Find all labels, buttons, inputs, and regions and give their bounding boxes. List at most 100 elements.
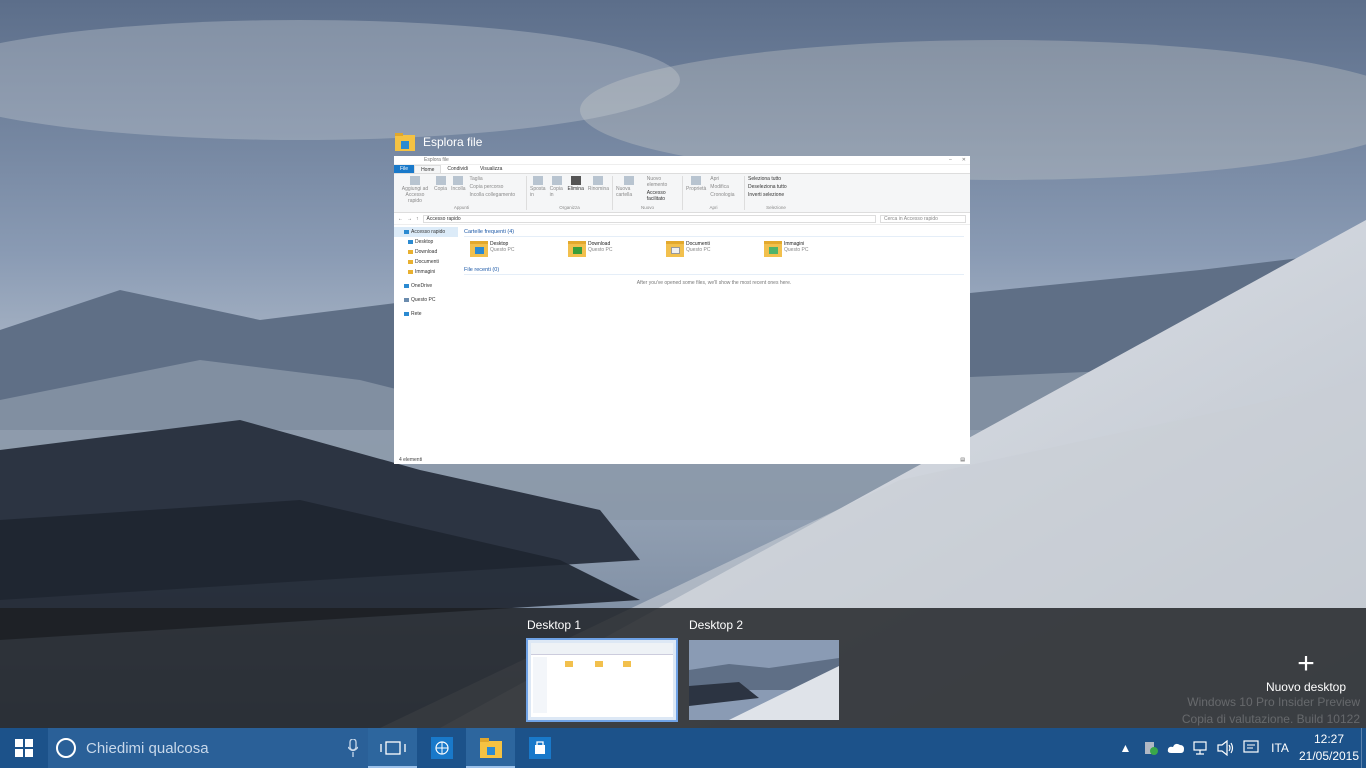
plus-icon: + (1297, 647, 1315, 680)
defender-icon[interactable] (1138, 728, 1163, 768)
ribbon: Aggiungi ad Accesso rapido Copia Incolla… (394, 173, 970, 213)
invert-selection-label: Inverti selezione (748, 192, 785, 198)
taskbar: Chiedimi qualcosa ▲ ITA 12:27 21/05/2015 (0, 728, 1366, 768)
forward-icon: → (407, 215, 412, 222)
copy-path-label: Copia percorso (469, 184, 504, 190)
network-icon[interactable] (1188, 728, 1213, 768)
history-label: Cronologia (710, 192, 735, 198)
delete-icon (570, 176, 581, 185)
address-bar-row: ← → ↑ Accesso rapido Cerca in Accesso ra… (394, 213, 970, 225)
item-count: 4 elementi (399, 456, 423, 463)
globe-icon (430, 737, 453, 759)
store-icon (528, 737, 551, 759)
nav-desktop: Desktop (394, 237, 458, 247)
copy-to-icon (551, 176, 562, 185)
nav-download: Download (394, 247, 458, 257)
close-icon: ✕ (961, 157, 966, 163)
desktop-1-label: Desktop 1 (527, 618, 582, 632)
paste-link-label: Incolla collegamento (469, 192, 516, 198)
tab-view: Visualizza (479, 166, 503, 172)
file-explorer-taskbar-button[interactable] (466, 728, 515, 768)
task-view-icon (379, 741, 406, 755)
system-tray: ▲ ITA 12:27 21/05/2015 (1113, 728, 1366, 768)
properties-icon (691, 176, 702, 185)
nav-documents: Documenti (394, 257, 458, 267)
store-button[interactable] (515, 728, 564, 768)
file-explorer-window-thumbnail[interactable]: Esplora file – ✕ File Home Condividi Vis… (394, 156, 970, 464)
cortana-icon (56, 738, 76, 758)
up-icon: ↑ (416, 215, 419, 222)
new-desktop-label: Nuovo desktop (1265, 680, 1347, 694)
nav-quick-access: Accesso rapido (394, 227, 458, 237)
edit-label: Modifica (710, 184, 729, 190)
group-label: Selezione (766, 205, 786, 210)
desktop-2-label: Desktop 2 (689, 618, 744, 632)
new-folder-label: Nuova cartella (616, 186, 633, 198)
window-title-label: Esplora file (423, 135, 483, 149)
start-button[interactable] (0, 728, 48, 768)
pin-icon (410, 176, 420, 185)
cut-label: Taglia (469, 176, 483, 182)
folder-images: Immagini Questo PC (764, 241, 816, 257)
task-view-button[interactable] (368, 728, 417, 768)
paste-label: Incolla (451, 186, 466, 192)
task-view-desktop-strip (0, 608, 1366, 728)
details-view-icon: ▤ (960, 456, 965, 463)
folder-desktop: Desktop Questo PC (470, 241, 522, 257)
open-label: Apri (710, 176, 720, 182)
recent-files-header: File recenti (0) (464, 265, 964, 275)
desktop-1-thumbnail[interactable] (526, 638, 678, 722)
folder-documents: Documenti Questo PC (666, 241, 718, 257)
windows-logo-icon (15, 739, 33, 757)
group-label: Apri (709, 205, 718, 210)
group-label: Appunti (453, 205, 470, 210)
clock-time: 12:27 (1313, 732, 1345, 746)
language-indicator[interactable]: ITA (1263, 741, 1297, 755)
content-pane: Cartelle frequenti (4) Desktop Questo PC … (458, 225, 970, 447)
paste-icon (453, 176, 464, 185)
cortana-search-box[interactable]: Chiedimi qualcosa (48, 728, 368, 768)
nav-images: Immagini (394, 267, 458, 277)
clock[interactable]: 12:27 21/05/2015 (1297, 731, 1361, 765)
action-center-icon[interactable] (1238, 728, 1263, 768)
tab-file: File (394, 165, 415, 173)
address-bar: Accesso rapido (422, 214, 876, 223)
nav-onedrive: OneDrive (394, 281, 458, 291)
inner-title: Esplora file (424, 157, 449, 163)
chevron-up-icon[interactable]: ▲ (1113, 728, 1138, 768)
group-label: Nuovo (640, 205, 654, 210)
group-new: Nuova cartella Nuovo elemento Accesso fa… (613, 176, 683, 210)
delete-label: Elimina (567, 186, 584, 192)
copy-icon (435, 176, 446, 185)
select-all-label: Seleziona tutto (748, 176, 782, 182)
nav-network: Rete (394, 309, 458, 319)
window-thumbnail-title[interactable]: Esplora file (395, 131, 482, 153)
select-none-label: Deseleziona tutto (748, 184, 787, 190)
show-desktop-button[interactable] (1361, 728, 1366, 768)
properties-label: Proprietà (686, 186, 707, 192)
new-item-label: Nuovo elemento (646, 176, 668, 188)
desktop-2-thumbnail[interactable] (689, 640, 839, 720)
new-desktop-button[interactable]: + Nuovo desktop (1262, 647, 1350, 695)
copy-label: Copia (434, 186, 448, 192)
microphone-icon[interactable] (338, 739, 368, 757)
copy-to-label: Copia in (549, 186, 563, 198)
group-organize: Sposta in Copia in Elimina Rinomina Orga… (527, 176, 613, 210)
recent-empty-message: After you've opened some files, we'll sh… (636, 280, 792, 286)
volume-icon[interactable] (1213, 728, 1238, 768)
ribbon-tabs: File Home Condividi Visualizza (394, 165, 970, 173)
nav-this-pc: Questo PC (394, 295, 458, 305)
tab-share: Condividi (447, 166, 468, 172)
window-titlebar: Esplora file – ✕ (394, 156, 970, 165)
status-bar: 4 elementi ▤ (394, 455, 970, 464)
move-label: Sposta in (530, 186, 546, 198)
new-folder-icon (624, 176, 635, 185)
build-watermark: Windows 10 Pro Insider Preview Copia di … (1181, 695, 1360, 726)
group-open: Proprietà Apri Modifica Cronologia Apri (683, 176, 745, 210)
onedrive-cloud-icon[interactable] (1163, 728, 1188, 768)
file-explorer-icon (395, 133, 415, 151)
pin-label: Aggiungi ad Accesso rapido (401, 186, 429, 204)
group-clipboard: Aggiungi ad Accesso rapido Copia Incolla… (397, 176, 527, 210)
search-box: Cerca in Accesso rapido (880, 214, 966, 223)
edge-browser-button[interactable] (417, 728, 466, 768)
